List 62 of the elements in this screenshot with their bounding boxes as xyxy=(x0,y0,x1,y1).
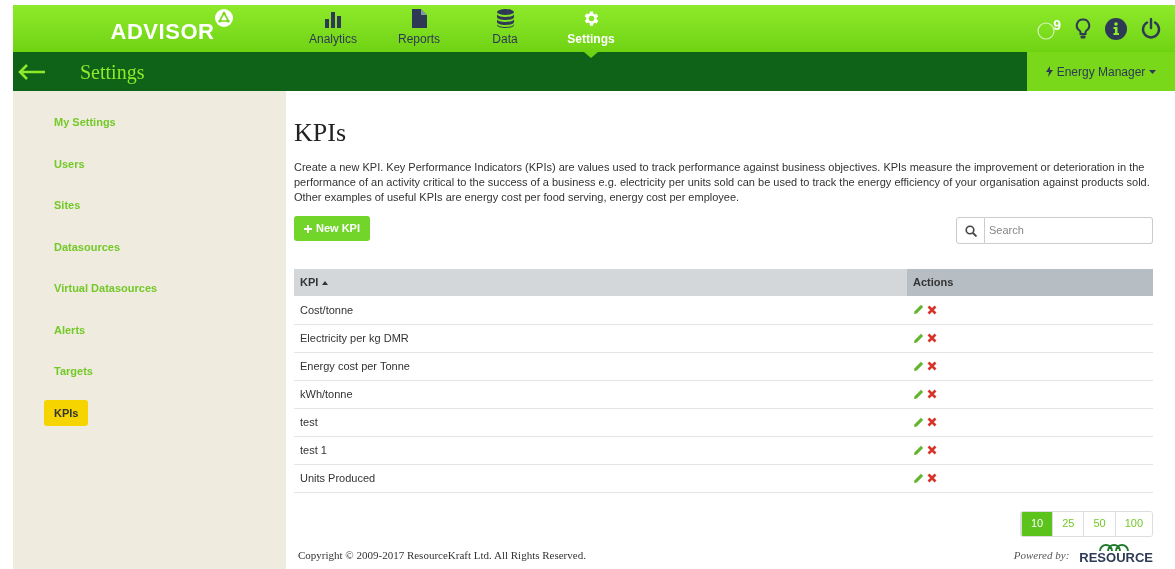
page-size-option[interactable]: 100 xyxy=(1114,511,1152,536)
table-cell: Units Produced xyxy=(294,464,907,492)
close-icon[interactable] xyxy=(927,304,937,315)
copyright-text: Copyright © 2009-2017 ResourceKraft Ltd. All Rights Reserved. xyxy=(297,548,586,563)
sidebar-item[interactable]: KPIs xyxy=(44,399,89,426)
caret-icon xyxy=(1149,69,1157,74)
table-cell: test xyxy=(294,408,907,436)
active-tab-pointer xyxy=(584,52,598,58)
power-icon[interactable] xyxy=(1141,18,1161,39)
close-icon[interactable] xyxy=(927,417,937,427)
lightbulb-icon[interactable] xyxy=(1075,17,1091,40)
table-cell: Energy cost per Tonne xyxy=(294,352,907,380)
database-icon xyxy=(496,9,514,28)
bar-chart-icon xyxy=(324,9,342,28)
pencil-icon[interactable] xyxy=(913,388,924,400)
pencil-icon[interactable] xyxy=(913,472,924,484)
page-title: KPIs xyxy=(294,117,347,149)
nav-tab[interactable]: Data xyxy=(462,5,548,52)
close-icon[interactable] xyxy=(927,473,937,483)
table-cell: test 1 xyxy=(294,436,907,464)
lightning-icon xyxy=(1045,66,1053,77)
powered-by-text: Powered by: xyxy=(1013,548,1070,563)
section-title: Settings xyxy=(80,59,145,86)
close-icon[interactable] xyxy=(927,445,937,455)
pencil-icon[interactable] xyxy=(913,444,924,456)
table-cell: kWh/tonne xyxy=(294,380,907,408)
sidebar-item[interactable]: Virtual Datasources xyxy=(44,275,168,302)
advisor-logo: ADVISOR xyxy=(110,18,215,46)
column-header[interactable]: KPI xyxy=(294,269,907,296)
sidebar-item[interactable]: Sites xyxy=(44,192,91,219)
column-header: Actions xyxy=(907,269,1153,296)
new-kpi-button[interactable]: New KPI xyxy=(294,216,370,241)
nav-tab[interactable]: Settings xyxy=(548,5,634,52)
pencil-icon[interactable] xyxy=(913,360,924,372)
close-icon[interactable] xyxy=(927,389,937,399)
close-icon[interactable] xyxy=(927,361,937,371)
logo-badge-icon xyxy=(214,9,233,27)
table-cell: Electricity per kg DMR xyxy=(294,324,907,352)
sidebar-item[interactable]: Users xyxy=(44,150,95,177)
sidebar-item[interactable]: My Settings xyxy=(44,109,126,136)
pencil-icon[interactable] xyxy=(913,416,924,428)
page-size-option[interactable]: 10 xyxy=(1020,511,1053,536)
file-icon xyxy=(411,9,427,28)
role-dropdown[interactable]: Energy Manager xyxy=(1027,52,1175,91)
back-arrow-icon[interactable] xyxy=(18,63,46,80)
description-text: Create a new KPI. Key Performance Indicators (KPIs) are values used to track performance against business objectives. KPIs measure the improvement or deterioration in the performance of an activity critical to the success of a business e.g. electricity per units sold can be used to track the energy efficiency of your organisation against products sold. xyxy=(294,160,1151,190)
sidebar-item[interactable]: Alerts xyxy=(44,316,96,343)
plus-icon xyxy=(304,224,312,233)
sort-ascending-icon xyxy=(322,280,329,285)
sidebar-item[interactable]: Datasources xyxy=(44,233,131,260)
description-text: Other examples of useful KPIs are energy cost per food serving, energy cost per employee. xyxy=(294,190,741,205)
pencil-icon[interactable] xyxy=(913,304,924,316)
search-icon xyxy=(964,224,977,237)
pencil-icon[interactable] xyxy=(913,332,924,344)
brand-logo-text: RESOURCE xyxy=(1079,550,1153,564)
table-cell: Cost/tonne xyxy=(294,296,907,324)
nav-tab[interactable]: Reports xyxy=(376,5,462,52)
nav-tab[interactable]: Analytics xyxy=(290,5,376,52)
search-field[interactable]: Search xyxy=(985,217,1153,244)
sidebar-item[interactable]: Targets xyxy=(44,358,103,385)
info-icon[interactable] xyxy=(1105,17,1127,40)
close-icon[interactable] xyxy=(927,333,937,343)
